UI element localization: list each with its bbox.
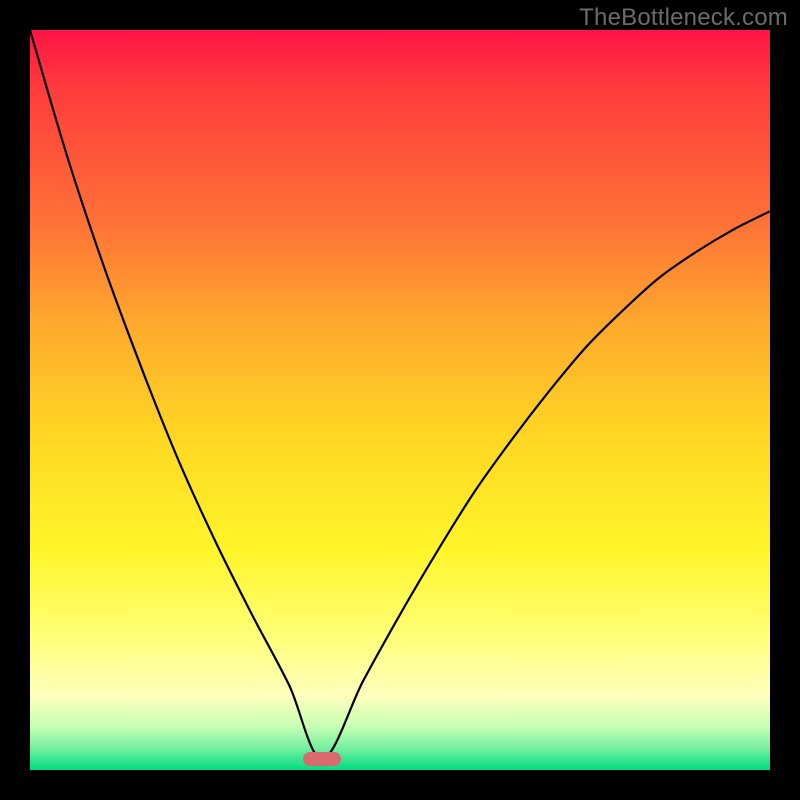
bottleneck-curve — [30, 30, 770, 770]
plot-area — [30, 30, 770, 770]
bottleneck-marker — [303, 752, 341, 766]
watermark-text: TheBottleneck.com — [579, 4, 788, 32]
chart-frame: TheBottleneck.com — [0, 0, 800, 800]
